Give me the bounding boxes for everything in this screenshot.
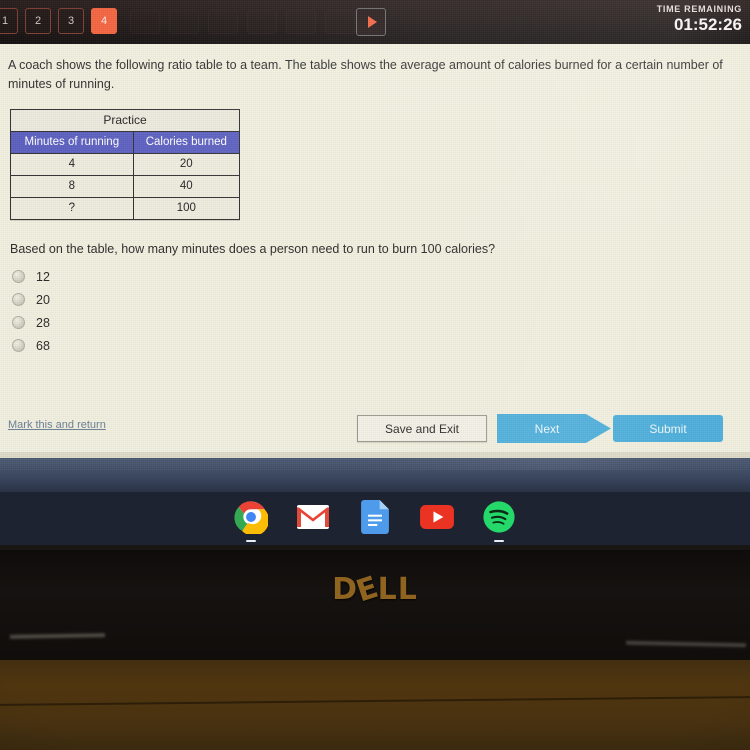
table-title: Practice	[10, 108, 240, 132]
question-stem: A coach shows the following ratio table …	[8, 58, 723, 92]
radio-button-icon[interactable]	[12, 339, 25, 353]
answer-choice-1-label: 12	[36, 269, 50, 284]
table-header-minutes: Minutes of running	[10, 130, 134, 154]
dimmed-tab	[169, 10, 199, 34]
table-header-row: Minutes of running Calories burned	[10, 130, 241, 154]
save-and-exit-label: Save and Exit	[384, 421, 460, 436]
youtube-icon	[420, 504, 454, 529]
table-row: ? 100	[10, 196, 241, 220]
question-tab-4[interactable]: 4	[91, 8, 117, 34]
dimmed-tab	[247, 10, 277, 34]
radio-button-icon[interactable]	[12, 293, 25, 307]
chrome-icon	[234, 500, 268, 534]
dimmed-tab-group	[130, 10, 355, 34]
answer-choice-2[interactable]: 20	[12, 289, 740, 311]
answer-choice-3-label: 28	[36, 315, 50, 330]
photo-of-laptop-screen: DELL 1 2 3 4 TIME REMAINING 01:52:26 A c…	[0, 0, 750, 750]
save-and-exit-button[interactable]: Save and Exit	[357, 415, 487, 442]
dimmed-tab	[130, 10, 160, 34]
table-row: 4 20	[10, 152, 241, 176]
question-tab-3-label: 3	[67, 15, 75, 27]
question-prompt: Based on the table, how many minutes doe…	[10, 241, 496, 256]
shelf-item-youtube[interactable]	[419, 499, 455, 535]
question-tab-list: 1 2 3 4	[0, 8, 117, 34]
time-remaining-label: TIME REMAINING	[656, 4, 742, 14]
question-tab-2[interactable]: 2	[25, 8, 51, 34]
question-tab-3[interactable]: 3	[58, 8, 84, 34]
test-application-window: 1 2 3 4 TIME REMAINING 01:52:26 A coach …	[0, 0, 750, 470]
question-tab-1-label: 1	[1, 15, 9, 27]
dimmed-tab	[325, 10, 355, 34]
radio-button-icon[interactable]	[12, 316, 25, 330]
taskbar-shelf	[0, 488, 750, 545]
time-remaining-value: 01:52:26	[673, 15, 742, 34]
play-button[interactable]	[356, 8, 386, 36]
mark-this-and-return-link[interactable]: Mark this and return	[8, 419, 106, 431]
table-cell-minutes: 8	[10, 174, 134, 198]
dimmed-tab	[208, 10, 238, 34]
google-docs-icon	[361, 499, 389, 534]
dimmed-tab	[286, 10, 316, 34]
running-indicator	[246, 539, 256, 542]
question-tab-4-label: 4	[100, 15, 108, 27]
next-label: Next	[534, 421, 560, 436]
table-cell-minutes: ?	[10, 196, 134, 220]
question-content: A coach shows the following ratio table …	[0, 44, 750, 357]
question-tab-1[interactable]: 1	[0, 8, 18, 34]
shelf-item-gmail[interactable]	[295, 499, 331, 535]
answer-choice-2-label: 20	[36, 292, 50, 307]
table-cell-minutes: 4	[10, 152, 134, 176]
shelf-item-spotify[interactable]	[481, 499, 517, 542]
answer-choice-list: 12 20 28 68	[12, 266, 740, 357]
dell-brand-logo: DELL	[332, 569, 418, 610]
answer-choice-4-label: 68	[36, 338, 50, 353]
answer-choice-1[interactable]: 12	[12, 266, 740, 288]
gmail-icon	[297, 504, 329, 529]
answer-choice-3[interactable]: 28	[12, 312, 740, 334]
radio-button-icon[interactable]	[12, 270, 25, 284]
next-button[interactable]: Next	[497, 414, 611, 443]
spotify-icon	[483, 500, 515, 533]
answer-choice-4[interactable]: 68	[12, 335, 740, 357]
play-icon	[367, 16, 377, 28]
table-header-calories: Calories burned	[132, 130, 241, 154]
question-tab-2-label: 2	[34, 15, 42, 27]
submit-label: Submit	[649, 421, 687, 436]
table-row: 8 40	[10, 174, 241, 198]
desktop-wallpaper-strip	[0, 458, 750, 492]
table-cell-calories: 100	[132, 196, 241, 220]
app-top-bar: 1 2 3 4 TIME REMAINING 01:52:26	[0, 0, 750, 44]
time-remaining: TIME REMAINING 01:52:26	[657, 4, 742, 35]
ratio-table: Practice Minutes of running Calories bur…	[10, 108, 241, 220]
shelf-item-google-docs[interactable]	[357, 499, 393, 535]
shelf-item-chrome[interactable]	[233, 499, 269, 542]
table-cell-calories: 40	[132, 174, 241, 198]
submit-button[interactable]: Submit	[613, 415, 723, 442]
running-indicator	[494, 539, 504, 542]
table-cell-calories: 20	[132, 152, 241, 176]
